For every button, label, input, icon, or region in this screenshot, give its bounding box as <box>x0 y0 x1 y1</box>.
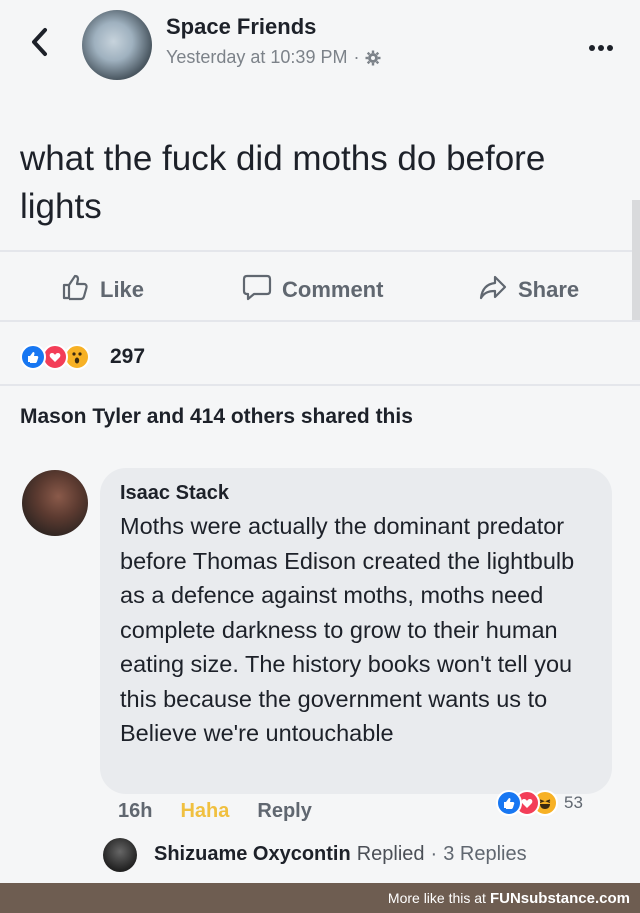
comment-footer: 16h Haha Reply <box>118 797 312 825</box>
like-button[interactable]: Like <box>60 262 144 318</box>
post-header: Space Friends Yesterday at 10:39 PM · <box>0 0 640 100</box>
page-avatar[interactable] <box>82 10 152 80</box>
post-actions: Like Comment Share <box>0 262 640 318</box>
reply-button[interactable]: Reply <box>257 800 311 823</box>
haha-reaction-button[interactable]: Haha <box>180 800 229 823</box>
replied-label: Replied <box>356 843 425 865</box>
reactions-summary[interactable]: 297 <box>20 340 145 374</box>
comment-bubble-icon <box>242 272 272 308</box>
watermark-brand-fun: FUN <box>489 889 521 907</box>
watermark-bar: More like this at FUN substance .com <box>0 883 640 913</box>
post-timestamp[interactable]: Yesterday at 10:39 PM <box>166 47 347 68</box>
replier-name: Shizuame Oxycontin <box>154 843 351 865</box>
like-reaction-icon <box>20 344 46 370</box>
share-arrow-icon <box>478 272 508 308</box>
share-label: Share <box>518 277 580 302</box>
divider <box>0 320 640 322</box>
replier-avatar[interactable] <box>103 838 137 872</box>
reply-count: 3 Replies <box>443 843 527 865</box>
comment-text: Moths were actually the dominant predato… <box>120 513 575 746</box>
share-button[interactable]: Share <box>478 262 579 318</box>
comment-button[interactable]: Comment <box>242 262 383 318</box>
commenter-name[interactable]: Isaac Stack <box>120 482 592 505</box>
comment-reaction-count: 53 <box>564 793 583 812</box>
page-name[interactable]: Space Friends <box>166 14 316 40</box>
comment-label: Comment <box>282 277 384 302</box>
meta-separator: · <box>353 47 360 67</box>
watermark-brand-substance: substance <box>520 889 595 907</box>
shares-summary[interactable]: Mason Tyler and 414 others shared this <box>20 405 413 429</box>
divider <box>0 384 640 386</box>
view-replies-link[interactable]: Shizuame Oxycontin Replied · 3 Replies <box>154 843 527 866</box>
watermark-brand-domain: .com <box>594 889 630 907</box>
reply-separator: · <box>430 843 438 865</box>
reaction-count: 297 <box>110 345 146 368</box>
comment-reactions[interactable]: 53 <box>496 788 583 818</box>
post-text: what the fuck did moths do before lights <box>20 139 546 226</box>
gear-icon <box>365 50 381 66</box>
commenter-avatar[interactable] <box>22 470 88 536</box>
like-label: Like <box>100 277 145 302</box>
post-meta: Yesterday at 10:39 PM · <box>166 47 381 68</box>
more-horizontal-icon[interactable] <box>588 28 614 59</box>
like-reaction-icon <box>496 790 522 816</box>
divider <box>0 250 640 252</box>
edge-strip <box>632 200 640 320</box>
chevron-left-icon[interactable] <box>30 24 48 64</box>
comment-reaction-icons <box>496 788 560 818</box>
thumbs-up-icon <box>60 272 90 308</box>
reaction-icons <box>20 342 102 372</box>
comment-bubble: Isaac Stack Moths were actually the domi… <box>100 468 612 794</box>
watermark-prefix: More like this at <box>387 890 486 906</box>
comment-time[interactable]: 16h <box>118 800 152 823</box>
watermark-text: More like this at FUN substance .com <box>388 890 630 907</box>
